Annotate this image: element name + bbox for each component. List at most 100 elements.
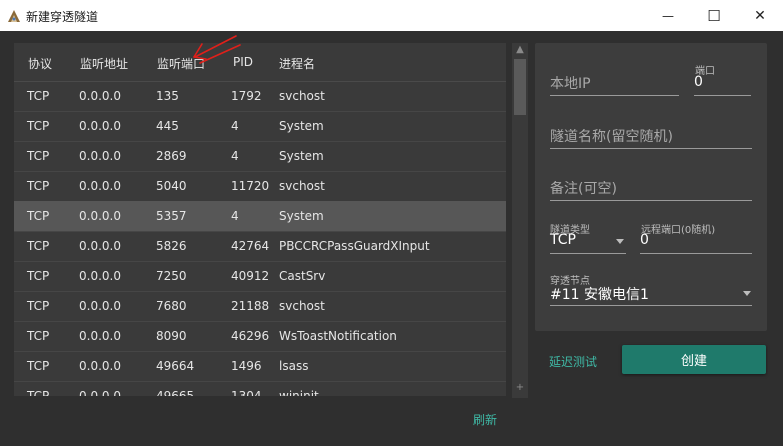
minimize-button[interactable]: — — [645, 0, 691, 31]
pid-cell: 46296 — [231, 329, 270, 343]
node-select[interactable]: #11 安徽电信1 — [550, 284, 752, 306]
scroll-up-icon[interactable]: ▲ — [512, 43, 528, 57]
title-bar: 新建穿透隧道 — ☐ ✕ — [0, 0, 783, 32]
process-cell: System — [279, 149, 324, 163]
table-row[interactable]: TCP 0.0.0.0 135 1792 svchost — [14, 81, 506, 112]
port-table: 协议 监听地址 监听端口 PID 进程名 TCP 0.0.0.0 135 1792 sv… — [14, 43, 506, 396]
process-cell: svchost — [279, 299, 325, 313]
chevron-down-icon[interactable] — [743, 291, 751, 296]
port-field[interactable]: 0 — [694, 74, 751, 96]
protocol-cell: TCP — [27, 269, 50, 283]
remote-port-field[interactable]: 0 — [640, 232, 752, 254]
column-header-process[interactable]: 进程名 — [279, 55, 315, 72]
pid-cell: 4 — [231, 149, 239, 163]
protocol-cell: TCP — [27, 299, 50, 313]
protocol-cell: TCP — [27, 329, 50, 343]
window-title: 新建穿透隧道 — [26, 10, 99, 24]
chevron-down-icon[interactable] — [616, 239, 624, 244]
dialog-body: 协议 监听地址 监听端口 PID 进程名 TCP 0.0.0.0 135 1792 sv… — [0, 31, 783, 446]
table-row[interactable]: TCP 0.0.0.0 49664 1496 lsass — [14, 351, 506, 382]
create-button[interactable]: 创建 — [622, 345, 766, 374]
port-cell: 135 — [156, 89, 179, 103]
protocol-cell: TCP — [27, 119, 50, 133]
pid-cell: 1792 — [231, 89, 262, 103]
table-row[interactable]: TCP 0.0.0.0 5357 4 System — [14, 201, 506, 232]
address-cell: 0.0.0.0 — [79, 299, 121, 313]
scroll-down-icon[interactable]: + — [512, 381, 528, 395]
remark-field[interactable] — [550, 178, 752, 201]
table-scrollbar[interactable]: ▲ + — [512, 43, 528, 398]
address-cell: 0.0.0.0 — [79, 329, 121, 343]
address-cell: 0.0.0.0 — [79, 119, 121, 133]
close-button[interactable]: ✕ — [737, 0, 783, 31]
table-row[interactable]: TCP 0.0.0.0 5040 11720 svchost — [14, 171, 506, 202]
port-cell: 5357 — [156, 209, 187, 223]
pid-cell: 4 — [231, 209, 239, 223]
protocol-cell: TCP — [27, 359, 50, 373]
address-cell: 0.0.0.0 — [79, 209, 121, 223]
address-cell: 0.0.0.0 — [79, 149, 121, 163]
table-row[interactable]: TCP 0.0.0.0 7250 40912 CastSrv — [14, 261, 506, 292]
latency-test-link[interactable]: 延迟测试 — [549, 353, 597, 370]
port-cell: 5826 — [156, 239, 187, 253]
tunnel-form: 端口 0 隧道类型 TCP 远程端口(0随机) 0 穿透节点 #11 安徽电信1 — [535, 43, 767, 331]
address-cell: 0.0.0.0 — [79, 389, 121, 396]
node-value[interactable]: #11 安徽电信1 — [550, 284, 649, 304]
port-cell: 7680 — [156, 299, 187, 313]
process-cell: System — [279, 209, 324, 223]
table-row[interactable]: TCP 0.0.0.0 7680 21188 svchost — [14, 291, 506, 322]
table-header: 协议 监听地址 监听端口 PID 进程名 — [14, 43, 506, 82]
port-cell: 2869 — [156, 149, 187, 163]
table-row[interactable]: TCP 0.0.0.0 445 4 System — [14, 111, 506, 142]
pid-cell: 4 — [231, 119, 239, 133]
app-icon — [8, 10, 20, 22]
pid-cell: 1304 — [231, 389, 262, 396]
pid-cell: 42764 — [231, 239, 270, 253]
port-value[interactable]: 0 — [694, 74, 703, 90]
protocol-cell: TCP — [27, 179, 50, 193]
annotation-arrow-icon — [193, 35, 241, 64]
local-ip-field[interactable] — [550, 73, 679, 96]
remote-port-value[interactable]: 0 — [640, 232, 649, 248]
refresh-link[interactable]: 刷新 — [473, 411, 497, 428]
table-row[interactable]: TCP 0.0.0.0 49665 1304 wininit — [14, 381, 506, 396]
tunnel-name-field[interactable] — [550, 126, 752, 149]
address-cell: 0.0.0.0 — [79, 239, 121, 253]
process-cell: WsToastNotification — [279, 329, 397, 343]
protocol-cell: TCP — [27, 389, 50, 396]
table-row[interactable]: TCP 0.0.0.0 8090 46296 WsToastNotification — [14, 321, 506, 352]
table-row[interactable]: TCP 0.0.0.0 5826 42764 PBCCRCPassGuardXInput — [14, 231, 506, 262]
scrollbar-thumb[interactable] — [514, 59, 526, 115]
address-cell: 0.0.0.0 — [79, 269, 121, 283]
process-cell: System — [279, 119, 324, 133]
process-cell: lsass — [279, 359, 309, 373]
table-row[interactable]: TCP 0.0.0.0 2869 4 System — [14, 141, 506, 172]
port-cell: 5040 — [156, 179, 187, 193]
protocol-cell: TCP — [27, 149, 50, 163]
column-header-address[interactable]: 监听地址 — [80, 55, 128, 72]
pid-cell: 11720 — [231, 179, 270, 193]
protocol-cell: TCP — [27, 209, 50, 223]
tunnel-type-value[interactable]: TCP — [550, 232, 576, 248]
tunnel-name-input[interactable] — [550, 129, 752, 145]
process-cell: svchost — [279, 89, 325, 103]
local-ip-input[interactable] — [550, 76, 679, 92]
tunnel-type-select[interactable]: TCP — [550, 232, 626, 254]
process-cell: PBCCRCPassGuardXInput — [279, 239, 430, 253]
remark-input[interactable] — [550, 181, 752, 197]
address-cell: 0.0.0.0 — [79, 359, 121, 373]
port-cell: 49664 — [156, 359, 195, 373]
process-cell: CastSrv — [279, 269, 326, 283]
process-cell: wininit — [279, 389, 319, 396]
maximize-button[interactable]: ☐ — [691, 0, 737, 31]
minimize-icon: — — [662, 8, 674, 23]
process-cell: svchost — [279, 179, 325, 193]
maximize-icon: ☐ — [707, 6, 721, 25]
pid-cell: 21188 — [231, 299, 270, 313]
port-cell: 49665 — [156, 389, 195, 396]
port-cell: 8090 — [156, 329, 187, 343]
protocol-cell: TCP — [27, 239, 50, 253]
column-header-protocol[interactable]: 协议 — [28, 55, 52, 72]
protocol-cell: TCP — [27, 89, 50, 103]
address-cell: 0.0.0.0 — [79, 179, 121, 193]
